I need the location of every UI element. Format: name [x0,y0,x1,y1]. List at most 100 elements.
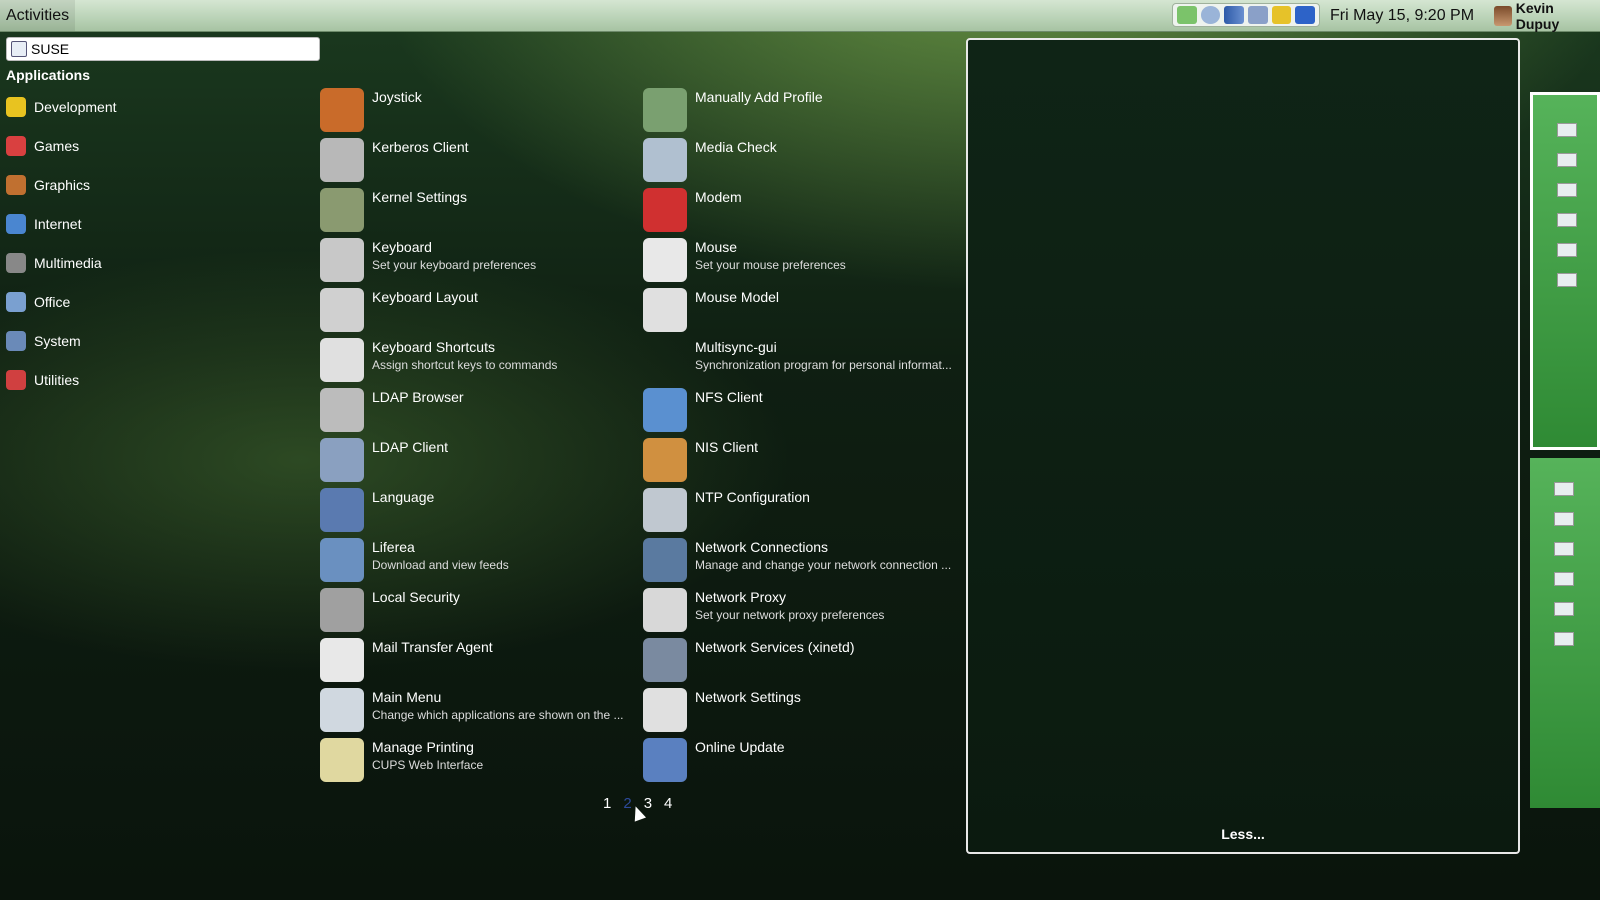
app-name: Language [372,489,435,505]
category-internet[interactable]: Internet [6,204,117,243]
app-item[interactable]: Modem [643,186,953,235]
network-icon[interactable] [1177,6,1197,24]
app-icon [320,638,364,682]
games-icon [6,135,26,156]
page-4-link[interactable]: 4 [664,795,672,812]
system-icon [6,330,26,351]
app-item[interactable]: Keyboard Shortcuts Assign shortcut keys t… [320,336,630,385]
category-utilities[interactable]: Utilities [6,360,117,399]
app-description: Set your keyboard preferences [372,258,537,272]
app-item[interactable]: Manage Printing CUPS Web Interface [320,736,630,785]
app-item[interactable]: Main Menu Change which applications are s… [320,686,630,735]
app-item[interactable]: Kernel Settings [320,186,630,235]
category-games[interactable]: Games [6,126,117,165]
app-icon [320,288,364,332]
app-name: LDAP Browser [372,389,464,405]
user-menu[interactable]: Kevin Dupuy [1494,0,1600,32]
app-name: Network Connections [695,539,829,555]
app-name: Manually Add Profile [695,89,823,105]
app-item[interactable]: NFS Client [643,386,953,435]
clock[interactable]: Fri May 15, 9:20 PM [1330,0,1474,31]
app-item[interactable]: Local Security [320,586,630,635]
app-name: Online Update [695,739,785,755]
app-name: Main Menu [372,689,442,705]
app-item[interactable]: Network Services (xinetd) [643,636,953,685]
avatar [1494,5,1512,26]
app-item[interactable]: Kerberos Client [320,136,630,185]
web-icon[interactable] [1200,6,1221,24]
app-item[interactable]: Online Update [643,736,953,785]
app-name: Multisync-gui [695,339,777,355]
multimedia-icon [6,252,26,273]
office-icon [6,291,26,312]
category-office[interactable]: Office [6,282,117,321]
app-description: CUPS Web Interface [372,758,484,772]
app-icon [643,688,687,732]
app-item[interactable]: Language [320,486,630,535]
less-button[interactable]: Less... [968,826,1518,842]
app-item[interactable]: Network Settings [643,686,953,735]
app-item[interactable]: Liferea Download and view feeds [320,536,630,585]
category-multimedia[interactable]: Multimedia [6,243,117,282]
app-item[interactable]: Keyboard Set your keyboard preferences [320,236,630,285]
app-item[interactable]: NTP Configuration [643,486,953,535]
app-icon [643,188,687,232]
app-name: Mail Transfer Agent [372,639,493,655]
category-development[interactable]: Development [6,87,117,126]
category-label: Graphics [34,176,91,193]
app-item[interactable]: LDAP Browser [320,386,630,435]
workspace-thumbnail-2[interactable] [1530,458,1600,808]
workspace-thumbnail-1[interactable] [1530,92,1600,450]
app-name: Network Settings [695,689,801,705]
app-item[interactable]: Multisync-gui Synchronization program for… [643,336,953,385]
signal-icon[interactable] [1224,6,1245,24]
app-name: Keyboard [372,239,432,255]
activities-button[interactable]: Activities [0,0,76,31]
app-name: LDAP Client [372,439,449,455]
app-icon [320,738,364,782]
category-label: Office [34,293,71,310]
app-name: Liferea [372,539,415,555]
app-name: Mouse Model [695,289,780,305]
display-icon[interactable] [1271,6,1292,24]
app-item[interactable]: Network Proxy Set your network proxy pref… [643,586,953,635]
app-icon [320,338,364,382]
bluetooth-icon[interactable] [1295,6,1316,24]
results-panel: Less... [966,38,1520,854]
app-description: Download and view feeds [372,558,509,572]
app-item[interactable]: Mouse Set your mouse preferences [643,236,953,285]
page-3-link[interactable]: 3 [644,795,652,812]
app-description: Change which applications are shown on t… [372,708,624,722]
category-list: Development Games Graphics Internet Multimed… [6,87,117,399]
user-name: Kevin Dupuy [1515,0,1560,32]
app-name: Kerberos Client [372,139,469,155]
page-1-link[interactable]: 1 [603,795,611,812]
app-item[interactable]: Media Check [643,136,953,185]
app-name: Network Proxy [695,589,787,605]
search-box[interactable] [6,37,320,61]
system-tray [1172,3,1320,27]
app-item[interactable]: Keyboard Layout [320,286,630,335]
app-item[interactable]: Joystick [320,86,630,135]
app-item[interactable]: Mouse Model [643,286,953,335]
battery-icon[interactable] [1248,6,1268,24]
app-icon [643,88,687,132]
category-label: Development [34,98,117,115]
applications-heading: Applications [6,67,91,83]
app-name: Keyboard Shortcuts [372,339,495,355]
app-item[interactable]: Network Connections Manage and change you… [643,536,953,585]
app-name: Network Services (xinetd) [695,639,855,655]
category-system[interactable]: System [6,321,117,360]
app-item[interactable]: Manually Add Profile [643,86,953,135]
app-description: Set your network proxy preferences [695,608,885,622]
app-item[interactable]: Mail Transfer Agent [320,636,630,685]
app-icon [643,738,687,782]
search-icon [11,41,27,57]
app-item[interactable]: LDAP Client [320,436,630,485]
app-name: Joystick [372,89,422,105]
app-name: Media Check [695,139,777,155]
app-icon [320,588,364,632]
category-graphics[interactable]: Graphics [6,165,117,204]
search-input[interactable] [31,41,301,57]
app-item[interactable]: NIS Client [643,436,953,485]
